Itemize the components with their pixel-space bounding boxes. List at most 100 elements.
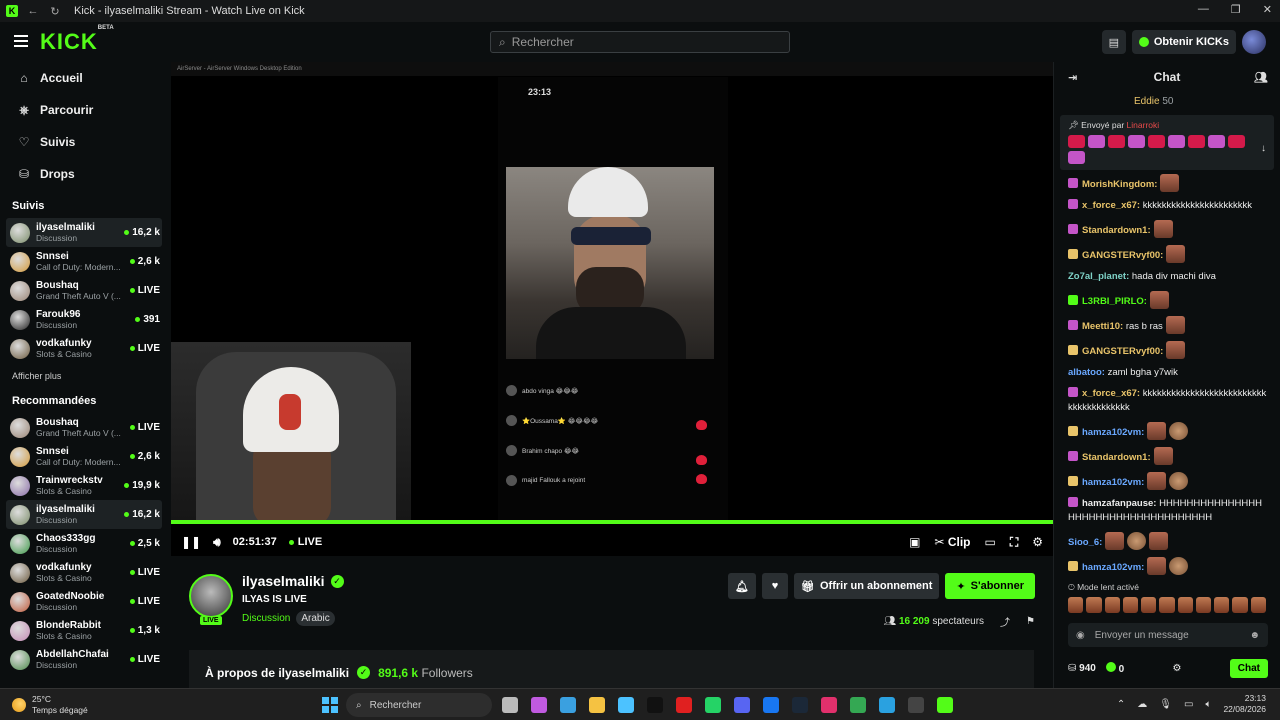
channel-item-snnsei[interactable]: Snnsei Call of Duty: Modern... 2,6 k <box>0 442 168 471</box>
volume-icon[interactable]: 🔈︎ <box>1205 699 1211 710</box>
mic-icon[interactable]: 🎙︎ <box>1159 699 1172 710</box>
nav-item-accueil[interactable]: ⌂ Accueil <box>0 62 168 94</box>
chat-username[interactable]: albatoo: <box>1068 367 1105 378</box>
gift-banner[interactable]: 📌︎ Envoyé par Linarroki ↓ <box>1060 115 1274 170</box>
video-player[interactable]: AirServer - AirServer Windows Desktop Ed… <box>171 62 1053 556</box>
close-icon[interactable]: ✕ <box>1263 3 1272 16</box>
chat-message[interactable]: L3RBI_PIRLO: <box>1068 291 1268 309</box>
emote-picker-item[interactable] <box>1250 597 1266 613</box>
report-icon[interactable]: ⚑ <box>1026 616 1035 627</box>
channel-item-abdellahchafai[interactable]: AbdellahChafai Discussion LIVE <box>0 645 168 674</box>
chat-username[interactable]: GANGSTERvyf00: <box>1082 346 1163 357</box>
chat-username[interactable]: Meetti10: <box>1082 321 1123 332</box>
gift-subscription-button[interactable]: 🎁︎ Offrir un abonnement <box>794 573 940 599</box>
chat-message[interactable]: Sioo_6: <box>1068 532 1268 550</box>
chat-message[interactable]: Zo7al_planet: hada div machi diva <box>1068 270 1268 284</box>
chat-message[interactable]: MorishKingdom: <box>1068 174 1268 192</box>
tiktok-icon[interactable] <box>647 697 663 713</box>
channel-item-farouk96[interactable]: Farouk96 Discussion 391 <box>0 305 168 334</box>
task-view-icon[interactable] <box>502 697 518 713</box>
expand-icon[interactable]: ↓ <box>1261 143 1266 154</box>
copilot-icon[interactable] <box>531 697 547 713</box>
chat-username[interactable]: hamza102vm: <box>1082 562 1144 573</box>
category-link[interactable]: Discussion <box>242 613 290 624</box>
chat-username[interactable]: hamza102vm: <box>1082 427 1144 438</box>
pause-icon[interactable]: ❚❚ <box>181 535 201 549</box>
nav-item-parcourir[interactable]: ⎈ Parcourir <box>0 94 168 126</box>
chat-message[interactable]: hamza102vm: <box>1068 557 1268 575</box>
file-explorer-icon[interactable] <box>589 697 605 713</box>
send-chat-button[interactable]: Chat <box>1229 658 1268 678</box>
channel-item-blonderabbit[interactable]: BlondeRabbit Slots & Casino 1,3 k <box>0 616 168 645</box>
emote-picker-item[interactable] <box>1195 597 1212 613</box>
system-clock[interactable]: 23:13 22/08/2026 <box>1223 693 1266 715</box>
discord-icon[interactable] <box>734 697 750 713</box>
chat-message[interactable]: GANGSTERvyf00: <box>1068 341 1268 359</box>
emote-picker-item[interactable] <box>1104 597 1120 613</box>
chat-username[interactable]: Standardown1: <box>1082 452 1151 463</box>
emote-picker-item[interactable] <box>1214 597 1230 613</box>
onedrive-icon[interactable]: ☁ <box>1137 699 1147 710</box>
channel-item-trainwreckstv[interactable]: Trainwreckstv Slots & Casino 19,9 k <box>0 471 168 500</box>
nav-item-suivis[interactable]: ♡ Suivis <box>0 126 168 158</box>
emote-picker-item[interactable] <box>1232 597 1248 613</box>
telegram-icon[interactable] <box>879 697 895 713</box>
emote-picker-item[interactable] <box>1141 597 1157 613</box>
chat-message-input[interactable]: ◉ Envoyer un message ☻ <box>1068 623 1268 647</box>
follow-heart-button[interactable]: ♥ <box>762 573 788 599</box>
chat-username[interactable]: x_force_x67: <box>1082 200 1140 211</box>
settings-icon[interactable]: ⚙ <box>1032 535 1043 549</box>
chat-username[interactable]: L3RBI_PIRLO: <box>1082 296 1147 307</box>
chat-message[interactable]: x_force_x67: kkkkkkkkkkkkkkkkkkkkkkkkkkk… <box>1068 387 1268 415</box>
get-kicks-button[interactable]: Obtenir KICKs <box>1131 30 1236 54</box>
store-icon[interactable] <box>618 697 634 713</box>
chat-message[interactable]: hamzafanpause: HHHHHHHHHHHHHHHHHHHHHHHHH… <box>1068 497 1268 525</box>
channel-item-ilyaselmaliki[interactable]: ilyaselmaliki Discussion 16,2 k <box>6 218 162 247</box>
notification-bell-button[interactable]: 🔔︎ <box>728 573 756 599</box>
chat-settings-icon[interactable]: ◉ <box>1076 630 1085 641</box>
pip-icon[interactable]: ▭ <box>984 535 995 549</box>
channel-item-goatednoobie[interactable]: GoatedNoobie Discussion LIVE <box>0 587 168 616</box>
chat-message[interactable]: Standardown1: <box>1068 220 1268 238</box>
channel-points[interactable]: ⛁ 940 <box>1068 663 1096 674</box>
reload-icon[interactable]: ↻ <box>48 5 62 18</box>
volume-icon[interactable]: 🔊︎ <box>213 535 221 550</box>
emote-picker-item[interactable] <box>1177 597 1193 613</box>
steam-icon[interactable] <box>792 697 808 713</box>
theater-mode-icon[interactable]: ▣ <box>909 535 920 549</box>
progress-bar[interactable] <box>171 520 1053 524</box>
chat-message[interactable]: Standardown1: <box>1068 447 1268 465</box>
chat-username[interactable]: Sioo_6: <box>1068 537 1102 548</box>
search-input[interactable]: ⌕ Rechercher <box>490 31 790 53</box>
github-icon[interactable] <box>908 697 924 713</box>
streamer-avatar[interactable] <box>189 574 233 618</box>
maximize-icon[interactable]: ❐ <box>1231 3 1241 16</box>
library-icon[interactable]: ▤ <box>1101 30 1126 54</box>
clip-button[interactable]: ✂ Clip <box>934 535 970 549</box>
chat-message[interactable]: Meetti10: ras b ras <box>1068 316 1268 334</box>
emote-picker-item[interactable] <box>1159 597 1175 613</box>
chrome-icon[interactable] <box>850 697 866 713</box>
emote-picker-item[interactable] <box>1068 597 1084 613</box>
network-icon[interactable]: ▭ <box>1184 699 1193 710</box>
chat-username[interactable]: MorishKingdom: <box>1082 179 1157 190</box>
chat-message[interactable]: x_force_x67: kkkkkkkkkkkkkkkkkkkkkkk <box>1068 199 1268 213</box>
chat-settings-gear-icon[interactable]: ⚙ <box>1173 663 1182 674</box>
user-avatar[interactable] <box>1242 30 1266 54</box>
chat-username[interactable]: x_force_x67: <box>1082 388 1140 399</box>
collapse-chat-icon[interactable]: ⇥ <box>1068 71 1077 84</box>
channel-item-ilyaselmaliki[interactable]: ilyaselmaliki Discussion 16,2 k <box>6 500 162 529</box>
streamer-name[interactable]: ilyaselmaliki <box>242 573 325 589</box>
channel-item-vodkafunky[interactable]: vodkafunky Slots & Casino LIVE <box>0 558 168 587</box>
channel-item-vodkafunky[interactable]: vodkafunky Slots & Casino LIVE <box>0 334 168 363</box>
nav-item-drops[interactable]: ⛁ Drops <box>0 158 168 190</box>
emote-picker-item[interactable] <box>1086 597 1102 613</box>
show-more-link[interactable]: Afficher plus <box>0 363 168 385</box>
start-button[interactable] <box>322 697 338 713</box>
chat-username[interactable]: hamzafanpause: <box>1082 498 1156 509</box>
back-icon[interactable]: ← <box>26 5 40 17</box>
chat-username[interactable]: Standardown1: <box>1082 225 1151 236</box>
kick-app-icon[interactable] <box>937 697 953 713</box>
chat-username[interactable]: hamza102vm: <box>1082 477 1144 488</box>
minimize-icon[interactable]: — <box>1198 3 1209 16</box>
